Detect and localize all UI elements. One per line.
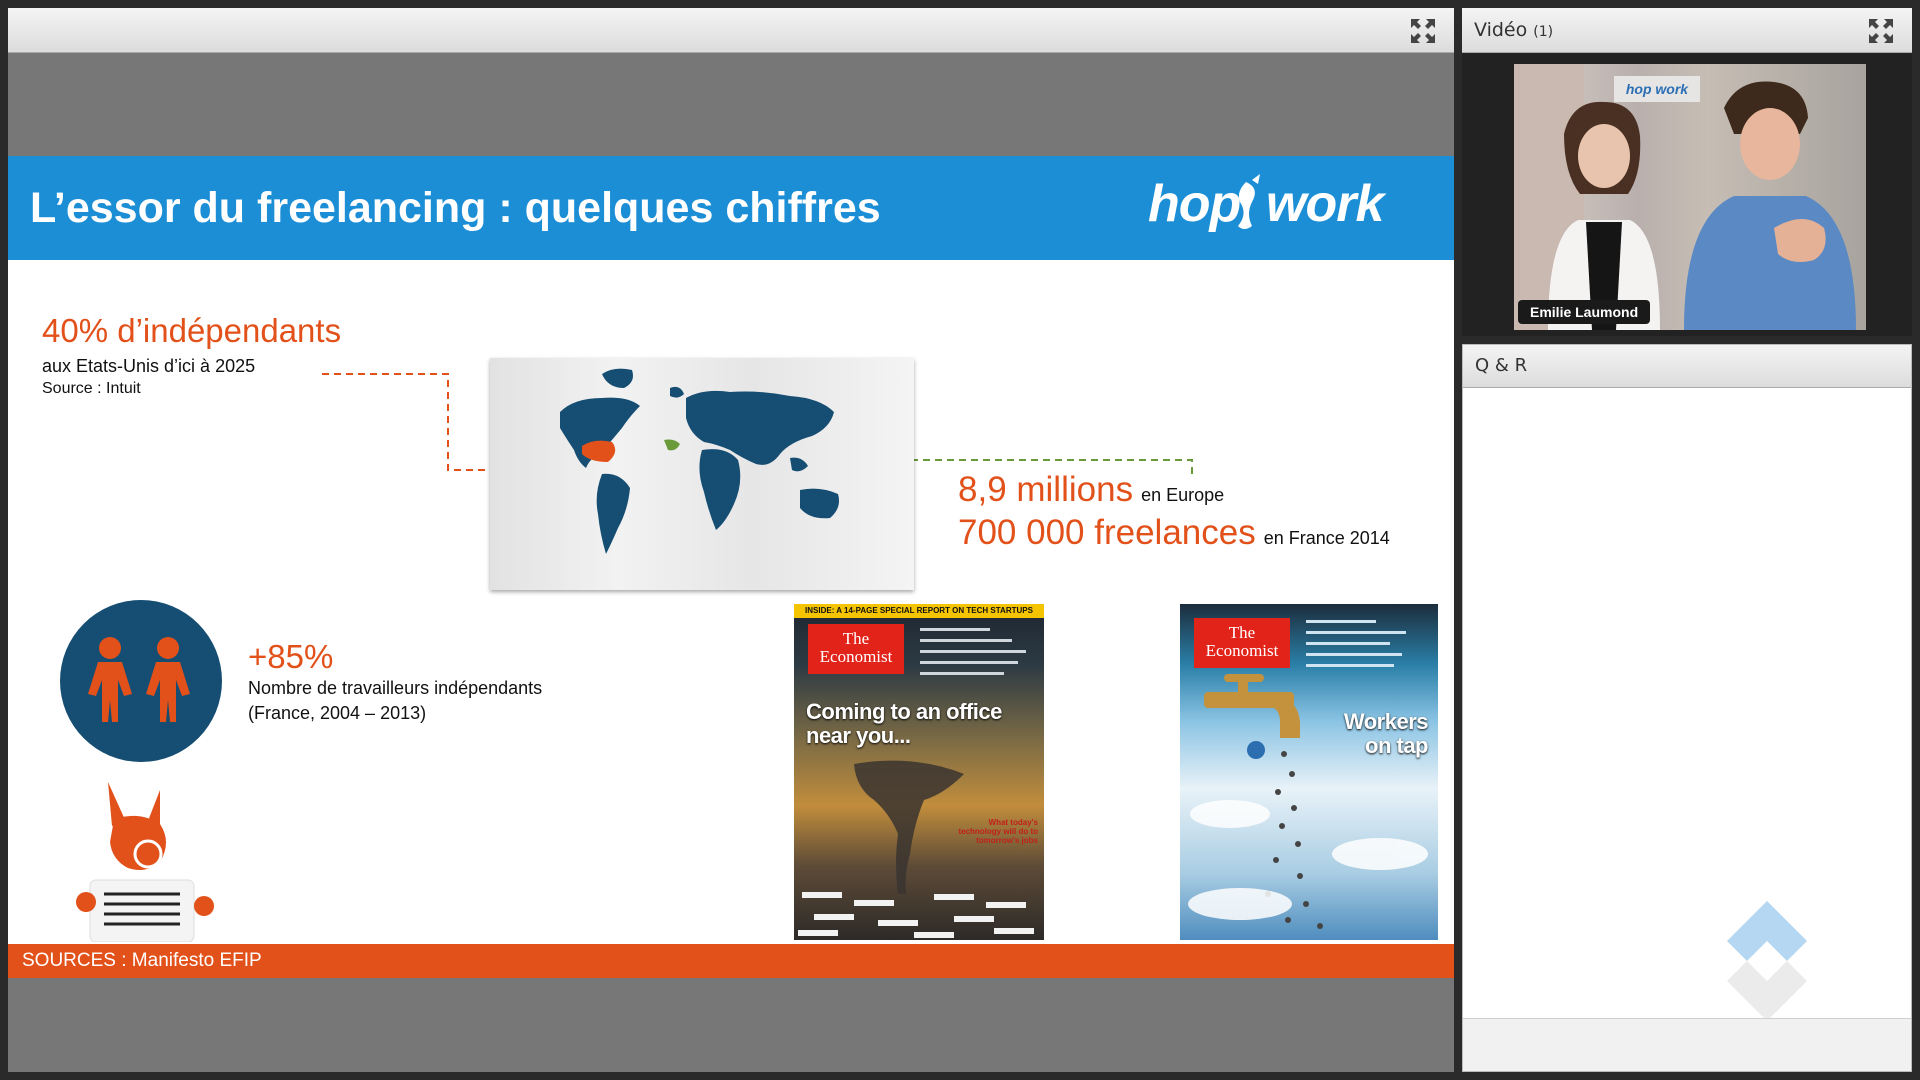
stat-europe: 8,9 millions en Europe (958, 470, 1224, 510)
qa-pane: Q & R (1462, 344, 1912, 1072)
presentation-pane: L’essor du freelancing : quelques chiffr… (8, 8, 1454, 1072)
fullscreen-icon[interactable] (1410, 18, 1436, 44)
video-title-label: Vidéo (1474, 19, 1528, 41)
participant-left-figure (1548, 101, 1660, 330)
world-map (490, 358, 914, 590)
stat-france-suffix: en France 2014 (1263, 528, 1390, 548)
video-title-bar: Vidéo (1) (1462, 8, 1912, 53)
stat-growth-caption: Nombre de travailleurs indépendants (Fra… (248, 676, 542, 726)
participant-name-label: Emilie Laumond (1518, 300, 1651, 324)
presentation-title-bar (8, 8, 1454, 53)
watermark-logo-icon (1727, 901, 1807, 1021)
tap-illustration (1188, 674, 1428, 929)
stat-europe-value: 8,9 millions (958, 470, 1134, 509)
stat-growth-line2: (France, 2004 – 2013) (248, 703, 427, 723)
stat-france-value: 700 000 freelances (958, 513, 1256, 552)
kangaroo-mascot-icon (76, 782, 214, 942)
tornado-illustration (798, 760, 1034, 938)
slide-footer-sources: SOURCES : Manifesto EFIP (22, 950, 262, 971)
stat-growth-line1: Nombre de travailleurs indépendants (248, 678, 543, 698)
stat-france: 700 000 freelances en France 2014 (958, 513, 1390, 553)
stat-europe-suffix: en Europe (1141, 485, 1225, 505)
cover-caption-line3: tomorrow's jobs (976, 836, 1038, 845)
qa-title: Q & R (1475, 355, 1528, 376)
video-title: Vidéo (1) (1474, 19, 1553, 41)
slide-footer: SOURCES : Manifesto EFIP (8, 944, 1454, 978)
participant-right-figure (1684, 81, 1856, 330)
qa-title-bar: Q & R (1463, 345, 1911, 388)
economist-cover-workers: The Economist Workers on tap (1180, 604, 1438, 940)
stat-growth-value: +85% (248, 638, 334, 675)
cover-caption-line2: technology will do to (958, 827, 1038, 836)
cover-caption-line1: What today's (988, 818, 1038, 827)
video-feed[interactable]: hop work Emilie Laumond (1514, 64, 1866, 330)
economist-cover-office: INSIDE: A 14-PAGE SPECIAL REPORT ON TECH… (794, 604, 1044, 940)
video-pane: Vidéo (1) hop work Emilie Laumond (1462, 8, 1912, 336)
people-icon (60, 600, 222, 762)
video-count: (1) (1533, 24, 1554, 40)
qa-input-area[interactable] (1463, 1018, 1911, 1071)
fullscreen-icon[interactable] (1868, 18, 1894, 44)
slide: L’essor du freelancing : quelques chiffr… (8, 156, 1454, 978)
cover-caption: What today's technology will do to tomor… (958, 818, 1038, 845)
